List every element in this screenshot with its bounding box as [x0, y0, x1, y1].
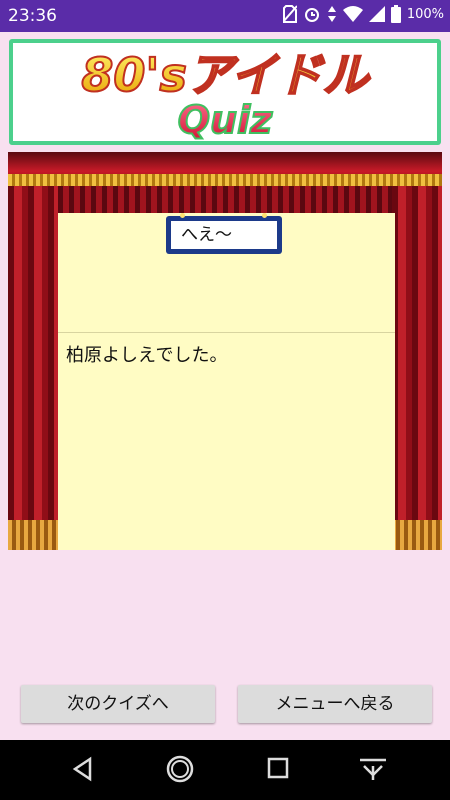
recents-icon[interactable]: [266, 756, 290, 780]
status-bar: 23:36 100%: [0, 0, 450, 32]
banner-title-line2: Quiz: [178, 98, 273, 141]
answer-text: 柏原よしえでした。: [66, 345, 228, 366]
panel-divider: [58, 332, 395, 333]
stage: 柏原よしえでした。: [8, 152, 442, 550]
navigation-bar: [0, 740, 450, 800]
result-sign: へえ～: [166, 213, 282, 254]
result-sign-text: へえ～: [171, 221, 277, 249]
battery-icon: [390, 5, 401, 23]
no-sim-icon: [282, 5, 297, 23]
banner-title-line1: 80'sアイドル: [81, 48, 370, 102]
back-icon[interactable]: [70, 756, 96, 782]
signal-icon: [368, 6, 385, 22]
back-to-menu-button[interactable]: メニューへ戻る: [238, 685, 432, 723]
title-banner: 80'sアイドル Quiz: [9, 39, 441, 145]
data-arrows-icon: [327, 6, 336, 22]
answer-panel: 柏原よしえでした。: [58, 213, 395, 550]
wifi-icon: [342, 6, 363, 22]
curtain-right: [392, 186, 442, 550]
status-icons: 100%: [282, 5, 444, 23]
valance-fringe: [8, 174, 442, 186]
back-curtain: [58, 186, 392, 216]
alarm-icon: [304, 8, 319, 22]
next-quiz-button[interactable]: 次のクイズへ: [21, 685, 215, 723]
curtain-left: [8, 186, 58, 550]
home-icon[interactable]: [165, 754, 195, 784]
status-time: 23:36: [8, 6, 57, 26]
keyboard-hide-icon[interactable]: [358, 756, 388, 782]
battery-percent: 100%: [406, 6, 444, 22]
